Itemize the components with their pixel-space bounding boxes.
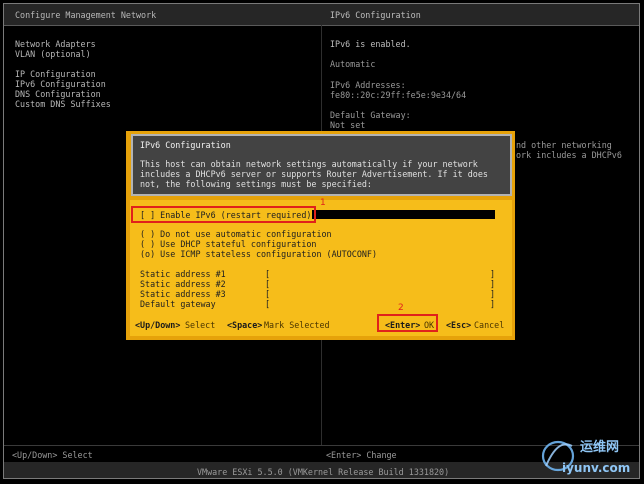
right-panel-title: IPv6 Configuration: [330, 10, 421, 20]
ipv6-addresses-label: IPv6 Addresses:: [330, 80, 406, 90]
menu-item-dns-configuration[interactable]: DNS Configuration: [15, 89, 101, 99]
info-partial-line-2: ork includes a DHCPv6: [516, 150, 622, 160]
cancel-button-text[interactable]: Cancel: [474, 320, 504, 330]
hint-select-key: <Up/Down>: [135, 320, 181, 330]
info-partial-line-1: nd other networking: [516, 140, 612, 150]
menu-item-custom-dns-suffixes[interactable]: Custom DNS Suffixes: [15, 99, 111, 109]
hint-select-text: Select: [185, 320, 216, 330]
static-address-1-close: ]: [490, 269, 496, 279]
footer-left-hint: <Up/Down> Select: [12, 450, 93, 460]
default-gateway-open[interactable]: [: [265, 299, 270, 309]
left-panel-title: Configure Management Network: [15, 10, 157, 20]
static-address-1-open[interactable]: [: [265, 269, 270, 279]
hint-mark-key: <Space>: [227, 320, 263, 330]
default-gateway-close: ]: [490, 299, 496, 309]
static-address-2-open[interactable]: [: [265, 279, 270, 289]
dialog-desc-line-1: This host can obtain network settings au…: [140, 159, 478, 169]
static-address-3-open[interactable]: [: [265, 289, 270, 299]
static-address-2-label: Static address #2: [140, 279, 226, 289]
dialog-title: IPv6 Configuration: [140, 140, 231, 150]
dialog-desc-line-2: includes a DHCPv6 server or supports Rou…: [140, 169, 488, 179]
watermark-logo-icon: 运维网 iyunv.com: [541, 439, 630, 475]
cancel-button-key[interactable]: <Esc>: [446, 320, 471, 330]
ipv6-status: IPv6 is enabled.: [330, 39, 411, 49]
menu-item-ipv6-configuration[interactable]: IPv6 Configuration: [15, 79, 106, 89]
menu-item-network-adapters[interactable]: Network Adapters: [15, 39, 96, 49]
default-gateway-field-label: Default gateway: [140, 299, 216, 309]
site-watermark: 运维网 iyunv.com: [536, 432, 634, 478]
static-address-3-label: Static address #3: [140, 289, 226, 299]
annotation-box-2: [377, 314, 438, 332]
annotation-number-2: 2: [398, 303, 404, 313]
annotation-number-1: 1: [320, 198, 326, 208]
footer-right-hint: <Enter> Change: [326, 450, 397, 460]
watermark-text-bottom: iyunv.com: [562, 461, 630, 475]
static-address-1-label: Static address #1: [140, 269, 226, 279]
selection-highlight: [312, 210, 495, 219]
menu-item-ip-configuration[interactable]: IP Configuration: [15, 69, 96, 79]
default-gateway-value: Not set: [330, 120, 366, 130]
annotation-box-1: [131, 206, 316, 223]
static-address-2-close: ]: [490, 279, 496, 289]
ipv6-mode: Automatic: [330, 59, 376, 69]
radio-icmp-stateless[interactable]: (o) Use ICMP stateless configuration (AU…: [140, 249, 377, 259]
radio-dhcp-stateful[interactable]: ( ) Use DHCP stateful configuration: [140, 239, 316, 249]
hint-mark-text: Mark Selected: [264, 320, 330, 330]
radio-no-auto-config[interactable]: ( ) Do not use automatic configuration: [140, 229, 332, 239]
default-gateway-label: Default Gateway:: [330, 110, 411, 120]
menu-item-vlan[interactable]: VLAN (optional): [15, 49, 91, 59]
static-address-3-close: ]: [490, 289, 496, 299]
dialog-desc-line-3: not, the following settings must be spec…: [140, 179, 372, 189]
ipv6-address: fe80::20c:29ff:fe5e:9e34/64: [330, 90, 467, 100]
version-status: VMware ESXi 5.5.0 (VMKernel Release Buil…: [197, 467, 450, 477]
watermark-text-top: 运维网: [580, 439, 619, 455]
